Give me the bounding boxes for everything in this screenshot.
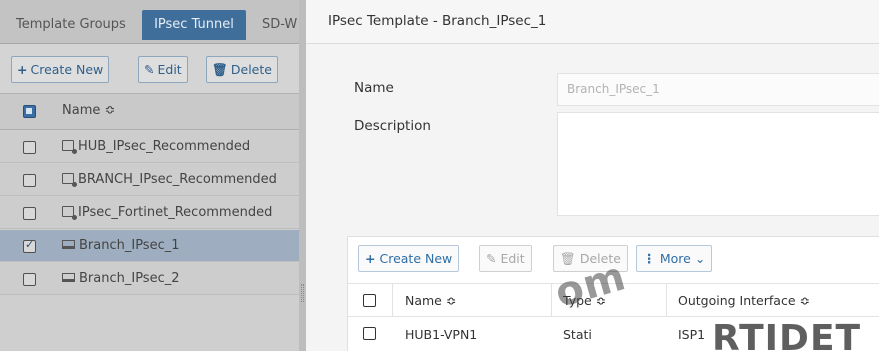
tunnel-interface-cell: ISP1 bbox=[678, 327, 706, 342]
chevron-down-icon: ⌄ bbox=[690, 251, 706, 266]
template-icon bbox=[62, 206, 77, 220]
tab-template-groups[interactable]: Template Groups bbox=[10, 10, 132, 40]
row-checkbox[interactable] bbox=[23, 174, 36, 187]
tab-ipsec-tunnel[interactable]: IPsec Tunnel bbox=[142, 10, 246, 40]
row-checkbox[interactable] bbox=[23, 207, 36, 220]
outgoing-interface-column-header[interactable]: Outgoing Interface ≎ bbox=[678, 293, 810, 308]
list-item[interactable]: BRANCH_IPsec_Recommended bbox=[0, 164, 305, 196]
list-item[interactable]: IPsec_Fortinet_Recommended bbox=[0, 197, 305, 229]
tab-bar: Template Groups IPsec Tunnel SD-W bbox=[0, 0, 305, 44]
name-label: Name bbox=[354, 80, 394, 96]
select-all-checkbox[interactable] bbox=[23, 105, 36, 118]
list-toolbar: + Create New ✎ Edit 🗑 Delete bbox=[0, 44, 305, 94]
watermark-logo-text: RTIDET bbox=[712, 318, 862, 351]
dialog-header: IPsec Template - Branch_IPsec_1 bbox=[306, 0, 879, 44]
row-label: Branch_IPsec_2 bbox=[79, 271, 180, 286]
template-icon bbox=[62, 140, 77, 154]
row-checkbox[interactable] bbox=[23, 273, 36, 286]
row-checkbox[interactable] bbox=[363, 327, 376, 340]
edit-button[interactable]: ✎ Edit bbox=[138, 56, 188, 83]
tab-sd-wan[interactable]: SD-W bbox=[256, 10, 303, 40]
screen: Template Groups IPsec Tunnel SD-W + Creat… bbox=[0, 0, 879, 351]
list-item[interactable]: Branch_IPsec_2 bbox=[0, 263, 305, 295]
column-divider bbox=[551, 284, 552, 318]
row-label: HUB_IPsec_Recommended bbox=[78, 139, 251, 154]
row-checkbox-checked[interactable] bbox=[23, 238, 36, 253]
row-label: IPsec_Fortinet_Recommended bbox=[78, 205, 273, 220]
plus-icon: + bbox=[17, 62, 28, 77]
delete-button[interactable]: 🗑 Delete bbox=[206, 56, 278, 83]
tunnel-name-cell: HUB1-VPN1 bbox=[405, 327, 478, 342]
device-icon bbox=[62, 273, 75, 282]
edit-label: Edit bbox=[500, 251, 525, 266]
description-field[interactable] bbox=[557, 112, 879, 216]
panel-splitter[interactable] bbox=[299, 0, 306, 351]
edit-label: Edit bbox=[157, 62, 182, 77]
more-label: More bbox=[659, 251, 691, 266]
list-header: Name ≎ bbox=[0, 94, 305, 130]
list-item-selected[interactable]: Branch_IPsec_1 bbox=[0, 230, 305, 262]
device-icon bbox=[62, 240, 75, 249]
description-label: Description bbox=[354, 118, 431, 134]
list-item[interactable]: HUB_IPsec_Recommended bbox=[0, 131, 305, 163]
edit-icon: ✎ bbox=[144, 62, 155, 77]
edit-button[interactable]: ✎ Edit bbox=[479, 245, 532, 272]
tunnel-type-cell: Stati bbox=[563, 327, 592, 342]
dialog-title: IPsec Template - Branch_IPsec_1 bbox=[328, 13, 547, 29]
template-icon bbox=[62, 173, 77, 187]
create-new-button[interactable]: + Create New bbox=[11, 56, 110, 83]
trash-icon: 🗑 bbox=[212, 62, 228, 77]
column-divider bbox=[666, 284, 667, 318]
row-label: BRANCH_IPsec_Recommended bbox=[78, 172, 277, 187]
create-new-button[interactable]: + Create New bbox=[358, 245, 460, 272]
row-checkbox[interactable] bbox=[23, 141, 36, 154]
row-label: Branch_IPsec_1 bbox=[79, 238, 180, 253]
name-field[interactable]: Branch_IPsec_1 bbox=[557, 73, 879, 106]
name-column-header[interactable]: Name ≎ bbox=[405, 293, 456, 308]
kebab-icon: ⋮ bbox=[643, 251, 660, 266]
template-list-panel: Template Groups IPsec Tunnel SD-W + Creat… bbox=[0, 0, 305, 351]
edit-icon: ✎ bbox=[486, 251, 501, 266]
delete-label: Delete bbox=[230, 62, 272, 77]
name-column-header[interactable]: Name ≎ bbox=[62, 103, 115, 118]
drag-handle-icon bbox=[301, 284, 304, 302]
plus-icon: + bbox=[365, 251, 376, 266]
more-button[interactable]: ⋮ More ⌄ bbox=[636, 245, 713, 272]
create-new-label: Create New bbox=[379, 251, 453, 266]
select-all-checkbox[interactable] bbox=[363, 294, 376, 307]
column-divider bbox=[392, 284, 393, 318]
create-new-label: Create New bbox=[30, 62, 104, 77]
